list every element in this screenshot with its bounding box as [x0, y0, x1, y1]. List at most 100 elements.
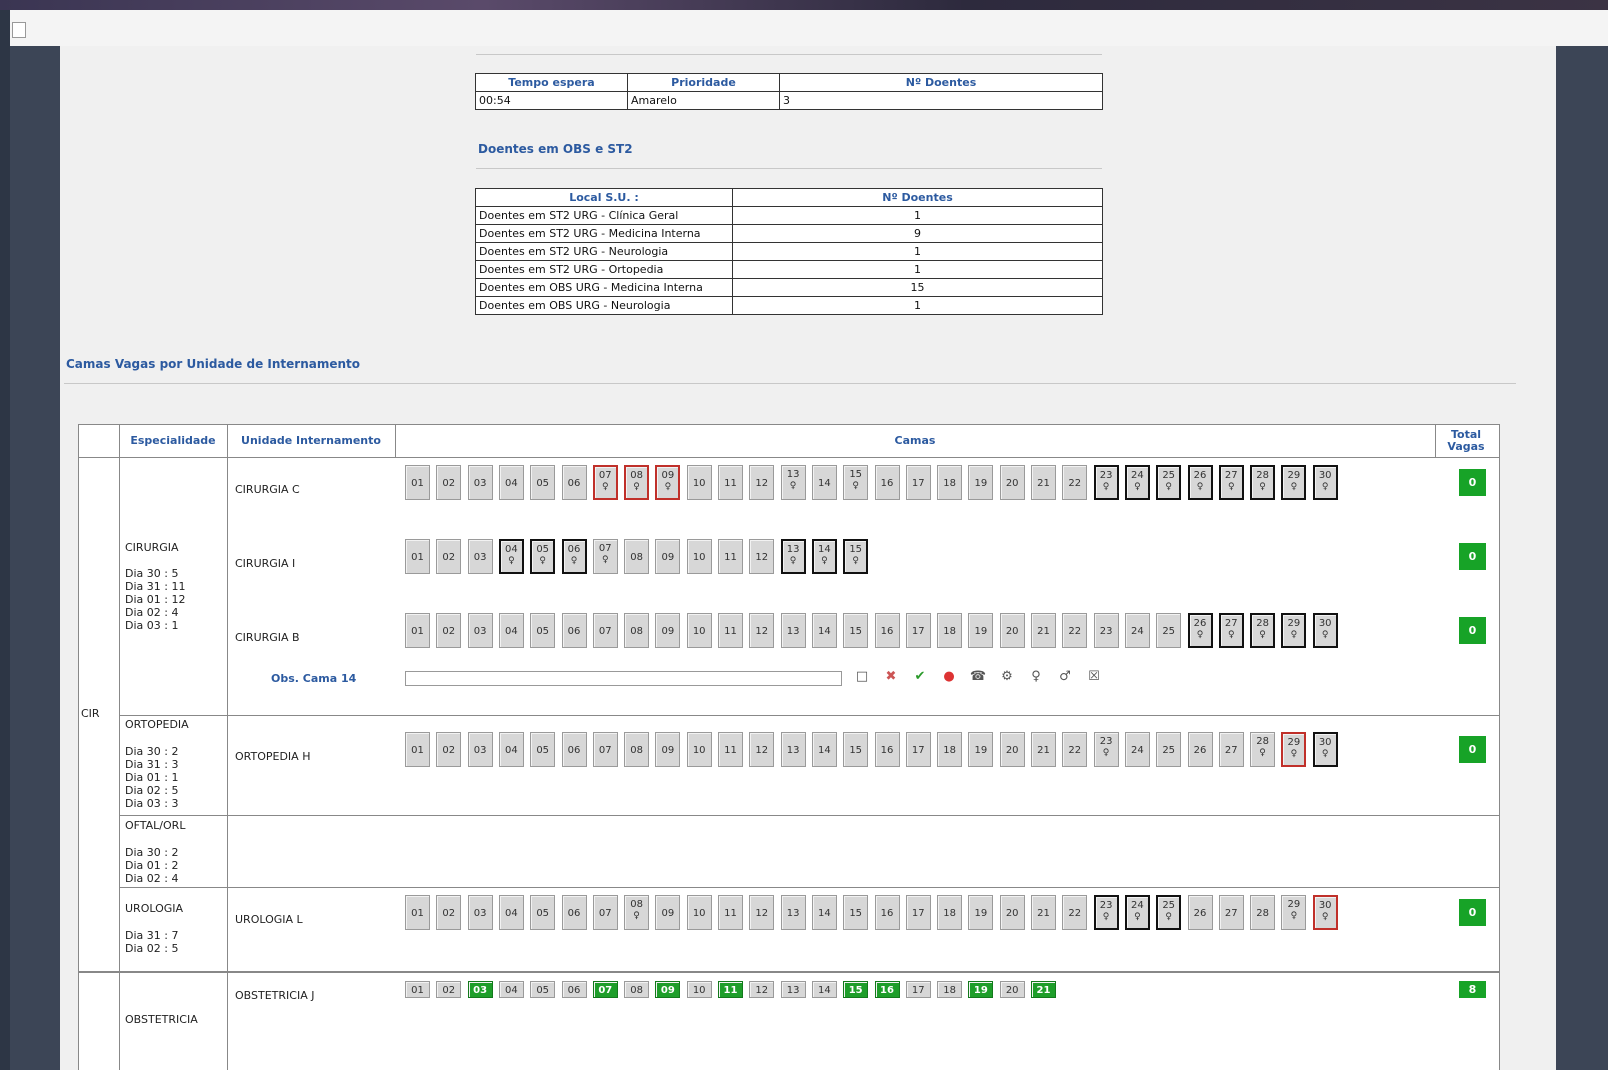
- bed-urologia-l-27[interactable]: 27: [1218, 895, 1244, 930]
- bed-cirurgia-i-14[interactable]: 14 ♀: [811, 539, 837, 574]
- bed-urologia-l-17[interactable]: 17: [905, 895, 931, 930]
- bed-obstetricia-j-15[interactable]: 15: [843, 981, 869, 998]
- bed-urologia-l-15[interactable]: 15: [843, 895, 869, 930]
- bed-urologia-l-18[interactable]: 18: [937, 895, 963, 930]
- bed-cirurgia-b-20[interactable]: 20: [999, 613, 1025, 648]
- bed-urologia-l-21[interactable]: 21: [1031, 895, 1056, 930]
- bed-cirurgia-b-22[interactable]: 22: [1062, 613, 1088, 648]
- bed-obstetricia-j-18[interactable]: 18: [937, 981, 963, 998]
- bed-obstetricia-j-02[interactable]: 02: [436, 981, 462, 998]
- bed-urologia-l-11[interactable]: 11: [718, 895, 743, 930]
- bed-ortopedia-h-09[interactable]: 09: [655, 732, 681, 767]
- bed-cirurgia-c-04[interactable]: 04: [498, 465, 524, 500]
- bed-cirurgia-i-02[interactable]: 02: [436, 539, 462, 574]
- bed-ortopedia-h-14[interactable]: 14: [811, 732, 837, 767]
- bed-ortopedia-h-02[interactable]: 02: [436, 732, 462, 767]
- settings-icon[interactable]: ⚙: [998, 668, 1016, 686]
- bed-cirurgia-c-07[interactable]: 07 ♀: [592, 465, 618, 500]
- bed-cirurgia-c-19[interactable]: 19: [968, 465, 994, 500]
- obs-bed-input[interactable]: [405, 671, 842, 686]
- bed-urologia-l-26[interactable]: 26: [1187, 895, 1213, 930]
- bed-cirurgia-b-01[interactable]: 01: [405, 613, 430, 648]
- bed-cirurgia-b-15[interactable]: 15: [843, 613, 869, 648]
- close-icon[interactable]: ☒: [1085, 668, 1103, 686]
- bed-urologia-l-03[interactable]: 03: [467, 895, 493, 930]
- bed-obstetricia-j-13[interactable]: 13: [780, 981, 806, 998]
- bed-cirurgia-c-08[interactable]: 08 ♀: [624, 465, 650, 500]
- bed-cirurgia-b-23[interactable]: 23: [1093, 613, 1119, 648]
- bed-cirurgia-b-14[interactable]: 14: [811, 613, 837, 648]
- bed-cirurgia-b-25[interactable]: 25: [1156, 613, 1182, 648]
- total-vagas[interactable]: 0: [1459, 469, 1486, 496]
- bed-cirurgia-i-06[interactable]: 06 ♀: [561, 539, 587, 574]
- bed-obstetricia-j-09[interactable]: 09: [655, 981, 681, 998]
- bed-obstetricia-j-08[interactable]: 08: [624, 981, 650, 998]
- bed-cirurgia-c-14[interactable]: 14: [811, 465, 837, 500]
- bed-cirurgia-b-29[interactable]: 29 ♀: [1281, 613, 1307, 648]
- bed-obstetricia-j-10[interactable]: 10: [686, 981, 712, 998]
- bed-urologia-l-25[interactable]: 25 ♀: [1156, 895, 1182, 930]
- bed-ortopedia-h-07[interactable]: 07: [592, 732, 618, 767]
- bed-cirurgia-b-02[interactable]: 02: [436, 613, 462, 648]
- bed-urologia-l-08[interactable]: 08 ♀: [624, 895, 650, 930]
- bed-cirurgia-b-28[interactable]: 28 ♀: [1250, 613, 1276, 648]
- bed-obstetricia-j-14[interactable]: 14: [811, 981, 837, 998]
- bed-urologia-l-28[interactable]: 28: [1250, 895, 1276, 930]
- bed-urologia-l-14[interactable]: 14: [811, 895, 837, 930]
- bed-urologia-l-24[interactable]: 24 ♀: [1124, 895, 1150, 930]
- bed-cirurgia-c-29[interactable]: 29 ♀: [1281, 465, 1307, 500]
- delete-icon[interactable]: ✖: [882, 668, 900, 686]
- bed-urologia-l-30[interactable]: 30 ♀: [1312, 895, 1338, 930]
- bed-cirurgia-b-21[interactable]: 21: [1031, 613, 1056, 648]
- bed-urologia-l-13[interactable]: 13: [780, 895, 806, 930]
- bed-obstetricia-j-17[interactable]: 17: [905, 981, 931, 998]
- bed-cirurgia-b-03[interactable]: 03: [467, 613, 493, 648]
- bed-cirurgia-i-09[interactable]: 09: [655, 539, 681, 574]
- bed-urologia-l-04[interactable]: 04: [498, 895, 524, 930]
- bed-cirurgia-c-09[interactable]: 09 ♀: [655, 465, 681, 500]
- bed-cirurgia-i-08[interactable]: 08: [624, 539, 650, 574]
- bed-cirurgia-c-11[interactable]: 11: [718, 465, 743, 500]
- bed-cirurgia-i-11[interactable]: 11: [718, 539, 743, 574]
- bed-cirurgia-b-30[interactable]: 30 ♀: [1312, 613, 1338, 648]
- bed-ortopedia-h-19[interactable]: 19: [968, 732, 994, 767]
- stop-icon[interactable]: ●: [940, 668, 958, 686]
- total-vagas[interactable]: 0: [1459, 736, 1486, 763]
- bed-ortopedia-h-06[interactable]: 06: [561, 732, 587, 767]
- bed-cirurgia-i-10[interactable]: 10: [686, 539, 712, 574]
- bed-ortopedia-h-13[interactable]: 13: [780, 732, 806, 767]
- female-icon[interactable]: ♀: [1027, 668, 1045, 686]
- bed-urologia-l-06[interactable]: 06: [561, 895, 587, 930]
- bed-cirurgia-c-24[interactable]: 24 ♀: [1124, 465, 1150, 500]
- bed-obstetricia-j-11[interactable]: 11: [718, 981, 743, 998]
- bed-cirurgia-c-15[interactable]: 15 ♀: [843, 465, 869, 500]
- bed-cirurgia-b-16[interactable]: 16: [874, 613, 900, 648]
- bed-cirurgia-c-17[interactable]: 17: [905, 465, 931, 500]
- total-vagas[interactable]: 0: [1459, 617, 1486, 644]
- male-icon[interactable]: ♂: [1056, 668, 1074, 686]
- bed-cirurgia-b-08[interactable]: 08: [624, 613, 650, 648]
- bed-urologia-l-01[interactable]: 01: [405, 895, 430, 930]
- bed-urologia-l-10[interactable]: 10: [686, 895, 712, 930]
- bed-cirurgia-b-13[interactable]: 13: [780, 613, 806, 648]
- bed-cirurgia-b-26[interactable]: 26 ♀: [1187, 613, 1213, 648]
- bed-urologia-l-23[interactable]: 23 ♀: [1093, 895, 1119, 930]
- bed-urologia-l-07[interactable]: 07: [592, 895, 618, 930]
- bed-urologia-l-29[interactable]: 29 ♀: [1281, 895, 1307, 930]
- bed-cirurgia-b-07[interactable]: 07: [592, 613, 618, 648]
- bed-cirurgia-i-01[interactable]: 01: [405, 539, 430, 574]
- bed-cirurgia-b-06[interactable]: 06: [561, 613, 587, 648]
- bed-cirurgia-c-27[interactable]: 27 ♀: [1218, 465, 1244, 500]
- bed-cirurgia-i-15[interactable]: 15 ♀: [843, 539, 869, 574]
- bed-cirurgia-b-12[interactable]: 12: [749, 613, 775, 648]
- bed-obstetricia-j-05[interactable]: 05: [530, 981, 556, 998]
- bed-cirurgia-b-19[interactable]: 19: [968, 613, 994, 648]
- bed-cirurgia-b-27[interactable]: 27 ♀: [1218, 613, 1244, 648]
- bed-urologia-l-05[interactable]: 05: [530, 895, 556, 930]
- bed-cirurgia-c-05[interactable]: 05: [530, 465, 556, 500]
- bed-cirurgia-c-16[interactable]: 16: [874, 465, 900, 500]
- bed-obstetricia-j-06[interactable]: 06: [561, 981, 587, 998]
- bed-obstetricia-j-04[interactable]: 04: [498, 981, 524, 998]
- bed-cirurgia-b-18[interactable]: 18: [937, 613, 963, 648]
- bed-cirurgia-c-01[interactable]: 01: [405, 465, 430, 500]
